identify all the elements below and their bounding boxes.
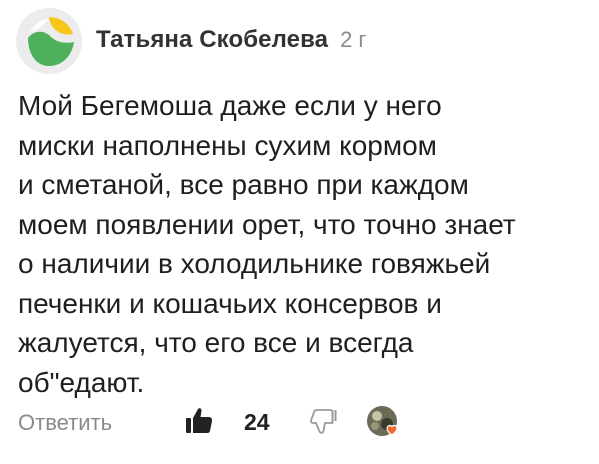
comment-text-line: моем появлении орет, что точно знает [18,208,516,240]
comment-header: Татьяна Скобелева 2 г [96,26,366,54]
comment-text-line: миски наполнены сухим кормом [18,129,437,161]
comment-text-line: Мой Бегемоша даже если у него [18,90,442,121]
thumbs-down-icon[interactable] [308,406,338,436]
author-name[interactable]: Татьяна Скобелева [96,26,328,54]
reply-button[interactable]: Ответить [18,410,112,436]
like-count: 24 [244,409,270,435]
comment-text: Мой Бегемоша даже если у него миски напо… [18,86,593,402]
comment-text-line: жалуется, что его все и всегда [18,327,414,358]
comment-text-line: печенки и кошачьих консервов и [18,287,442,319]
comment-text-line: об"едают. [18,366,145,398]
comment-card: Татьяна Скобелева 2 г Мой Бегемоша даже … [0,0,599,464]
comment-text-line: и сметаной, все равно при каждом [18,169,469,200]
comment-text-line: о наличии в холодильнике говяжьей [18,248,491,279]
thumbs-up-icon[interactable] [184,406,214,436]
comment-actions: Ответить 24 [18,404,438,444]
comment-time: 2 г [340,27,367,52]
reactor-avatar-heart-icon[interactable] [365,404,405,442]
author-avatar-icon[interactable] [16,8,82,74]
